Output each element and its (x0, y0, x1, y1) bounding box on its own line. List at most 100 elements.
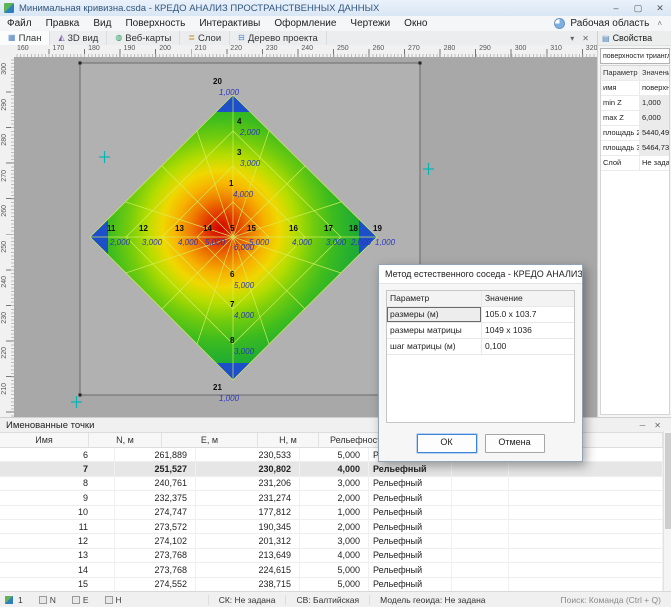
property-row[interactable]: min Z1,000 (601, 96, 669, 111)
close-button[interactable]: ✕ (649, 0, 671, 16)
table-row[interactable]: 7251,527230,8024,000Рельефный (0, 462, 663, 476)
property-row[interactable]: имяповерхность (601, 81, 669, 96)
table-row[interactable]: 9232,375231,2742,000Рельефный (0, 491, 663, 505)
column-header[interactable]: H, м (258, 433, 319, 447)
collapse-ribbon-icon[interactable]: ˄ (654, 19, 665, 28)
property-row[interactable]: max Z6,000 (601, 111, 669, 126)
properties-icon: ▤ (602, 34, 610, 43)
vertical-ruler[interactable]: 300290280270260250240230220210 (0, 57, 15, 417)
cell-name: 7 (0, 462, 115, 475)
cell-h: 4,000 (300, 549, 369, 562)
cell-empty (509, 520, 663, 533)
layer-icon[interactable] (5, 596, 13, 604)
workspace-label[interactable]: Рабочая область (570, 18, 649, 29)
property-row[interactable]: площадь 3D5464,731 (601, 141, 669, 156)
property-name: площадь 2D (601, 126, 640, 140)
column-header[interactable]: Имя (0, 433, 89, 447)
property-row[interactable]: СлойНе задан (601, 156, 669, 171)
menu-item[interactable]: Чертежи (343, 18, 397, 29)
object-selector-dropdown[interactable]: поверхности триангл. (1) ⌄ (600, 48, 670, 64)
points-scrollbar[interactable] (663, 431, 671, 592)
coord-n-toggle[interactable]: N (39, 595, 56, 605)
tab-3D вид[interactable]: ◭3D вид (50, 31, 107, 45)
cell-n: 273,572 (115, 520, 196, 533)
property-row[interactable]: площадь 2D5440,495 (601, 126, 669, 141)
table-row[interactable]: 14273,768224,6155,000Рельефный (0, 563, 663, 577)
cell-e: 230,802 (196, 462, 300, 475)
cell-h: 4,000 (300, 462, 369, 475)
coordinate-system-status[interactable]: СК: Не задана (208, 595, 286, 605)
height-system-status[interactable]: СВ: Балтийская (285, 595, 369, 605)
dialog-param: шаг матрицы (м) (387, 339, 482, 354)
menu-item[interactable]: Оформление (267, 18, 343, 29)
ruler-label: 180 (88, 45, 100, 52)
ruler-label: 250 (337, 45, 349, 52)
scrollbar-thumb[interactable] (665, 433, 671, 529)
tab-label: Дерево проекта (248, 33, 318, 44)
tab-Дерево проекта[interactable]: ⊟Дерево проекта (230, 31, 327, 45)
cell-empty (509, 578, 663, 591)
tab-list-dropdown-icon[interactable]: ▾ (570, 34, 574, 43)
coord-e-icon (72, 596, 80, 604)
table-row[interactable]: 11273,572190,3452,000Рельефный (0, 520, 663, 534)
menu-item[interactable]: Вид (86, 18, 118, 29)
geoid-model-status[interactable]: Модель геоида: Не задана (369, 595, 495, 605)
tab-Веб-карты[interactable]: ◍Веб-карты (107, 31, 180, 45)
ruler-label: 250 (1, 241, 8, 253)
ruler-label: 310 (550, 45, 562, 52)
cell-n: 274,552 (115, 578, 196, 591)
cell-h: 5,000 (300, 563, 369, 576)
3d-view-icon: ◭ (58, 34, 64, 42)
cell-code (452, 462, 509, 475)
dialog-param: размеры матрицы (387, 323, 482, 338)
cell-n: 240,761 (115, 477, 196, 490)
workspace-icon (554, 18, 565, 29)
dialog-table-header: ПараметрЗначение (387, 291, 574, 307)
table-row[interactable]: 13273,768213,6494,000Рельефный (0, 549, 663, 563)
table-row[interactable]: 15274,552238,7155,000Рельефный (0, 578, 663, 592)
menu-item[interactable]: Окно (397, 18, 434, 29)
ruler-label: 230 (266, 45, 278, 52)
maximize-button[interactable]: ▢ (627, 0, 649, 16)
cell-name: 15 (0, 578, 115, 591)
menu-item[interactable]: Правка (39, 18, 87, 29)
cell-name: 9 (0, 491, 115, 504)
table-row[interactable]: 12274,102201,3123,000Рельефный (0, 534, 663, 548)
panel-close-icon[interactable]: ✕ (654, 421, 661, 430)
dialog-row[interactable]: размеры матрицы1049 x 1036 (387, 323, 574, 339)
coord-e-toggle[interactable]: E (72, 595, 89, 605)
cell-code (452, 520, 509, 533)
page-indicator[interactable]: 1 (18, 595, 23, 605)
table-row[interactable]: 10274,747177,8121,000Рельефный (0, 506, 663, 520)
cell-name: 12 (0, 534, 115, 547)
cell-n: 274,102 (115, 534, 196, 547)
dialog-row[interactable]: шаг матрицы (м)0,100 (387, 339, 574, 355)
column-header[interactable]: N, м (89, 433, 162, 447)
table-row[interactable]: 8240,761231,2063,000Рельефный (0, 477, 663, 491)
title-bar: Минимальная кривизна.csda - КРЕДО АНАЛИЗ… (0, 0, 671, 17)
window-title: Минимальная кривизна.csda - КРЕДО АНАЛИЗ… (19, 3, 379, 14)
command-search[interactable]: Поиск: Команда (Ctrl + Q) (561, 595, 661, 605)
ruler-label: 300 (515, 45, 527, 52)
property-value: 6,000 (640, 111, 669, 125)
ruler-label: 280 (1, 134, 8, 146)
tab-close-icon[interactable]: ✕ (582, 34, 589, 43)
cell-name: 11 (0, 520, 115, 533)
tab-Слои[interactable]: ≣Слои (180, 31, 230, 45)
coord-h-toggle[interactable]: H (105, 595, 122, 605)
cell-n: 274,747 (115, 506, 196, 519)
column-header[interactable]: E, м (162, 433, 258, 447)
menu-item[interactable]: Интерактивы (192, 18, 267, 29)
ruler-label: 200 (159, 45, 171, 52)
selector-value: поверхности триангл. (1) (603, 53, 670, 60)
cancel-button[interactable]: Отмена (485, 434, 545, 453)
value-header: Значение (640, 66, 669, 80)
tab-План[interactable]: ▦План (0, 31, 50, 45)
dialog-row[interactable]: размеры (м)105.0 x 103.7 (387, 307, 574, 323)
cell-h: 5,000 (300, 448, 369, 461)
menu-item[interactable]: Поверхность (118, 18, 192, 29)
menu-item[interactable]: Файл (0, 18, 39, 29)
minimize-button[interactable]: – (605, 0, 627, 16)
panel-collapse-icon[interactable]: ─ (640, 421, 646, 430)
ok-button[interactable]: ОК (417, 434, 477, 453)
